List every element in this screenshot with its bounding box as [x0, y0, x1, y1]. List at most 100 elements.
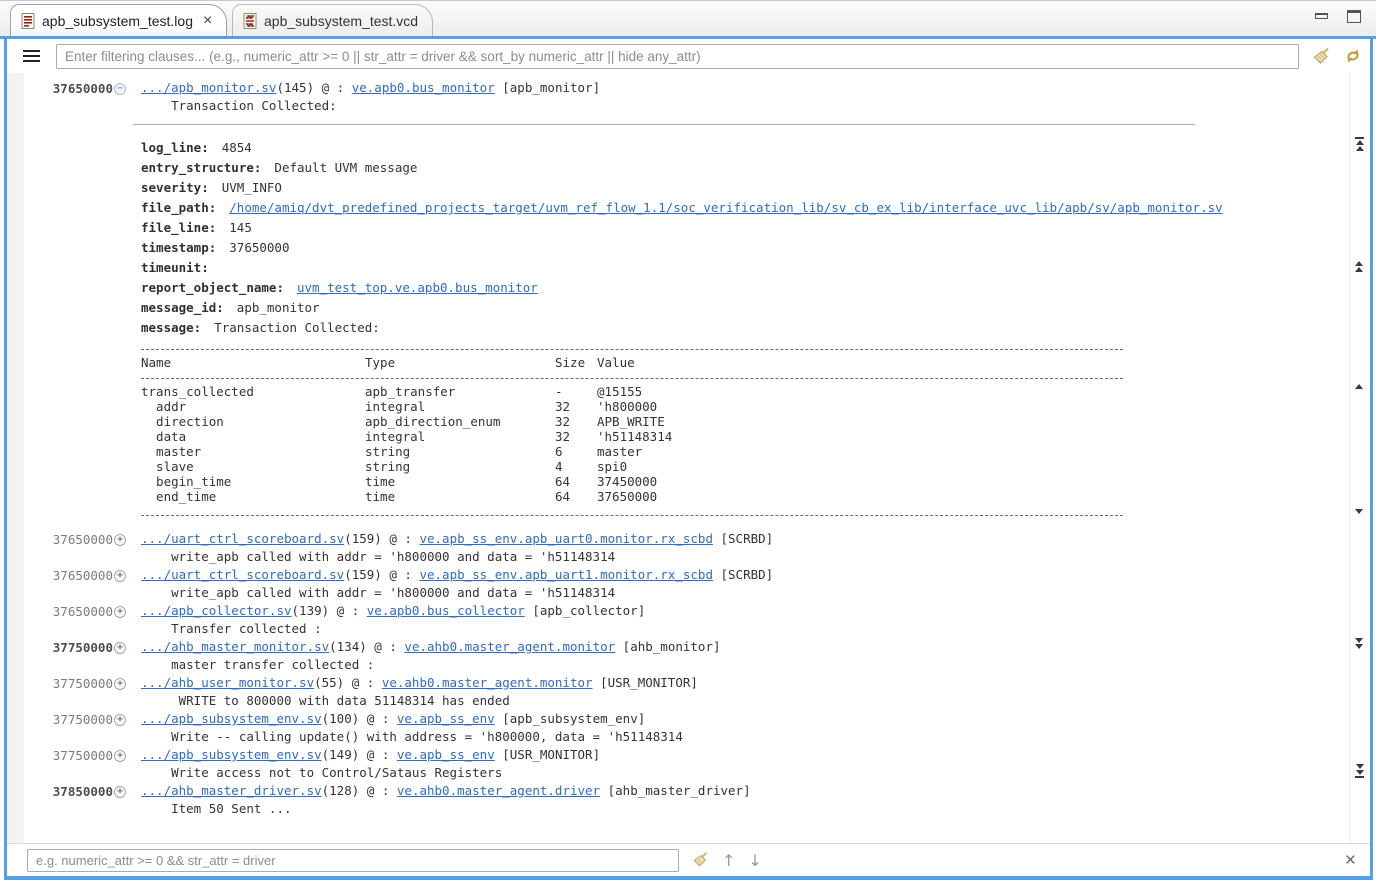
- table-cell: addr: [141, 399, 365, 414]
- source-file-link[interactable]: .../apb_subsystem_env.sv: [141, 711, 322, 726]
- expand-icon[interactable]: +: [114, 570, 126, 582]
- entry-gutter: 37650000−: [24, 79, 126, 530]
- entry-timestamp: 37650000: [53, 603, 113, 621]
- table-cell: time: [365, 474, 555, 489]
- entry-timestamp: 37650000: [53, 567, 113, 585]
- find-next-icon[interactable]: ↓: [748, 851, 761, 870]
- message-tag: [ahb_master_driver]: [600, 783, 751, 798]
- entry-timestamp: 37650000: [53, 531, 113, 549]
- report-object-link[interactable]: ve.apb_ss_env: [397, 747, 495, 762]
- table-cell: trans_collected: [141, 384, 365, 399]
- search-input[interactable]: [27, 849, 679, 872]
- entry-timestamp: 37750000: [53, 747, 113, 765]
- entry-headline: .../uart_ctrl_scoreboard.sv(159) @ : ve.…: [141, 530, 773, 548]
- entry-gutter: 37750000+: [24, 710, 126, 746]
- tab-bar: apb_subsystem_test.log × apb_subsystem_t…: [0, 0, 1376, 36]
- entry-body: .../ahb_user_monitor.sv(55) @ : ve.ahb0.…: [141, 674, 698, 710]
- source-line: (128) @ :: [322, 783, 397, 798]
- tab-vcd-file[interactable]: apb_subsystem_test.vcd: [232, 4, 433, 37]
- entry-headline: .../ahb_master_monitor.sv(134) @ : ve.ah…: [141, 638, 721, 656]
- entry-timestamp: 37750000: [53, 711, 113, 729]
- filter-input[interactable]: [56, 44, 1299, 69]
- message-tag: [USR_MONITOR]: [593, 675, 698, 690]
- scroll-up-icon[interactable]: [1355, 384, 1363, 389]
- scroll-last-icon[interactable]: [1355, 764, 1364, 778]
- source-file-link[interactable]: .../ahb_user_monitor.sv: [141, 675, 314, 690]
- message-tag: [apb_subsystem_env]: [495, 711, 646, 726]
- overview-rail: [1349, 73, 1370, 843]
- expand-icon[interactable]: +: [114, 750, 126, 762]
- source-file-link[interactable]: .../apb_collector.sv: [141, 603, 292, 618]
- source-file-link[interactable]: .../apb_monitor.sv: [141, 80, 276, 95]
- detail-label: entry_structure:: [141, 160, 261, 175]
- entry-gutter: 37750000+: [24, 746, 126, 782]
- expand-icon[interactable]: +: [114, 606, 126, 618]
- source-line: (159) @ :: [344, 567, 419, 582]
- tab-log-file[interactable]: apb_subsystem_test.log ×: [10, 4, 227, 37]
- source-file-link[interactable]: .../ahb_master_monitor.sv: [141, 639, 329, 654]
- entry-message: Item 50 Sent ...: [141, 800, 751, 818]
- detail-value-link[interactable]: uvm_test_top.ve.apb0.bus_monitor: [297, 280, 538, 295]
- detail-field: entry_structure:Default UVM message: [141, 158, 1223, 178]
- message-tag: [USR_MONITOR]: [495, 747, 600, 762]
- table-cell: spi0: [597, 459, 627, 474]
- scroll-first-icon[interactable]: [1355, 137, 1364, 151]
- scroll-page-up-icon[interactable]: [1355, 261, 1363, 272]
- expand-icon[interactable]: +: [114, 786, 126, 798]
- table-cell: integral: [365, 429, 555, 444]
- detail-label: timestamp:: [141, 240, 216, 255]
- log-main: 37650000−.../apb_monitor.sv(145) @ : ve.…: [7, 73, 1370, 843]
- source-file-link[interactable]: .../ahb_master_driver.sv: [141, 783, 322, 798]
- ascii-divider: [141, 370, 1123, 379]
- expand-icon[interactable]: +: [114, 534, 126, 546]
- source-line: (100) @ :: [322, 711, 397, 726]
- detail-value: 4854: [222, 140, 252, 155]
- report-object-link[interactable]: ve.apb0.bus_collector: [367, 603, 525, 618]
- close-icon[interactable]: ×: [1345, 851, 1356, 870]
- broom-icon[interactable]: [1312, 47, 1331, 66]
- detail-label: severity:: [141, 180, 209, 195]
- expand-icon[interactable]: +: [114, 642, 126, 654]
- marker-ruler: [7, 73, 24, 843]
- report-object-link[interactable]: ve.ahb0.master_agent.monitor: [404, 639, 615, 654]
- tab-close-icon[interactable]: ×: [203, 13, 212, 29]
- detail-value: 145: [229, 220, 252, 235]
- table-row: dataintegral32'h51148314: [141, 429, 1223, 444]
- report-object-link[interactable]: ve.ahb0.master_agent.driver: [397, 783, 600, 798]
- source-line: (55) @ :: [314, 675, 382, 690]
- minimize-icon[interactable]: [1314, 10, 1330, 24]
- detail-value: Transaction Collected:: [214, 320, 380, 335]
- report-object-link[interactable]: ve.apb_ss_env.apb_uart1.monitor.rx_scbd: [419, 567, 713, 582]
- broom-icon[interactable]: [692, 851, 709, 869]
- entry-details: log_line:4854entry_structure:Default UVM…: [141, 125, 1223, 530]
- table-cell: data: [141, 429, 365, 444]
- source-file-link[interactable]: .../uart_ctrl_scoreboard.sv: [141, 567, 344, 582]
- table-cell: string: [365, 444, 555, 459]
- expand-icon[interactable]: +: [114, 714, 126, 726]
- entry-gutter: 37750000+: [24, 674, 126, 710]
- table-header: Type: [365, 355, 555, 370]
- report-object-link[interactable]: ve.apb_ss_env.apb_uart0.monitor.rx_scbd: [419, 531, 713, 546]
- detail-value-link[interactable]: /home/amiq/dvt_predefined_projects_targe…: [229, 200, 1222, 215]
- detail-label: file_line:: [141, 220, 216, 235]
- find-previous-icon[interactable]: ↑: [722, 851, 735, 870]
- message-tag: [SCRBD]: [713, 531, 773, 546]
- collapse-icon[interactable]: −: [114, 83, 126, 95]
- table-cell: begin_time: [141, 474, 365, 489]
- source-file-link[interactable]: .../uart_ctrl_scoreboard.sv: [141, 531, 344, 546]
- report-object-link[interactable]: ve.ahb0.master_agent.monitor: [382, 675, 593, 690]
- tab-label: apb_subsystem_test.log: [42, 13, 193, 29]
- entry-headline: .../apb_monitor.sv(145) @ : ve.apb0.bus_…: [141, 79, 1223, 97]
- menu-icon[interactable]: [23, 47, 40, 65]
- source-file-link[interactable]: .../apb_subsystem_env.sv: [141, 747, 322, 762]
- entry-message: master transfer collected :: [141, 656, 721, 674]
- log-entry: 37750000+.../apb_subsystem_env.sv(149) @…: [24, 746, 1349, 782]
- scroll-page-down-icon[interactable]: [1355, 638, 1363, 649]
- expand-icon[interactable]: +: [114, 678, 126, 690]
- sync-icon[interactable]: [1344, 47, 1362, 65]
- maximize-icon[interactable]: [1346, 10, 1362, 24]
- table-cell: 6: [555, 444, 597, 459]
- report-object-link[interactable]: ve.apb0.bus_monitor: [352, 80, 495, 95]
- scroll-down-icon[interactable]: [1355, 509, 1363, 514]
- report-object-link[interactable]: ve.apb_ss_env: [397, 711, 495, 726]
